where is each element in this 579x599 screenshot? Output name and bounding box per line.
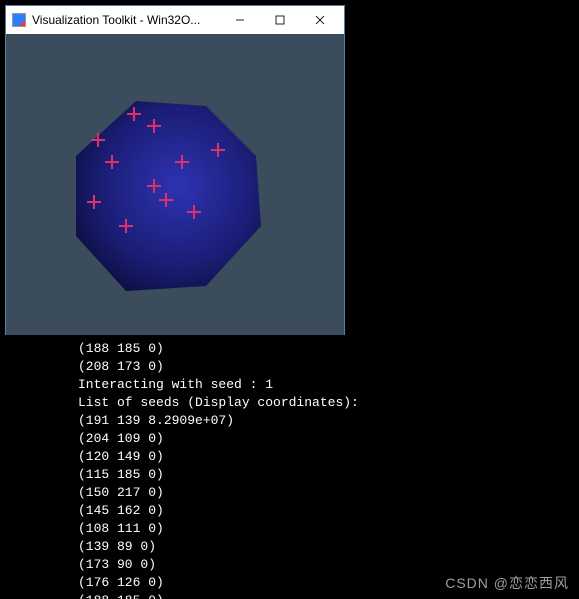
maximize-icon <box>275 15 285 25</box>
minimize-icon <box>235 15 245 25</box>
vtk-window: Visualization Toolkit - Win32O... <box>5 5 345 335</box>
maximize-button[interactable] <box>260 9 300 31</box>
window-controls <box>220 9 340 31</box>
render-canvas[interactable] <box>6 34 344 335</box>
root: 团队(M) 工具(T) 测试(S) Qt VS T 4 ▾ ▶ 本地 Windo… <box>0 0 579 599</box>
titlebar[interactable]: Visualization Toolkit - Win32O... <box>6 6 344 34</box>
close-button[interactable] <box>300 9 340 31</box>
polygon-actor <box>66 96 266 296</box>
close-icon <box>315 15 325 25</box>
app-icon <box>12 13 26 27</box>
watermark: CSDN @恋恋西风 <box>445 573 569 593</box>
minimize-button[interactable] <box>220 9 260 31</box>
window-title: Visualization Toolkit - Win32O... <box>32 13 220 27</box>
